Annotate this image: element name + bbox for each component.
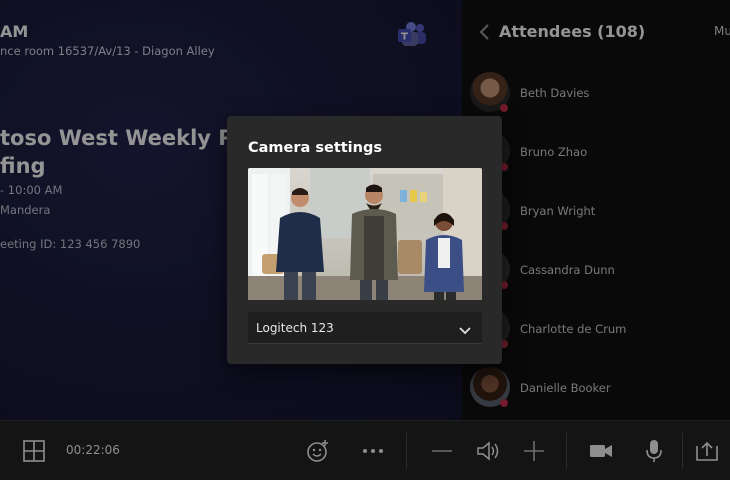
meeting-id: eeting ID: 123 456 7890	[0, 237, 141, 251]
attendee-name: Charlotte de Crum	[520, 322, 627, 336]
volume-up-icon[interactable]	[520, 437, 548, 465]
meeting-start-time: AM	[0, 22, 29, 41]
camera-select-value: Logitech 123	[256, 321, 334, 335]
camera-settings-dialog: Camera settings Logitech 123	[227, 116, 502, 364]
attendees-title: Attendees (108)	[499, 22, 646, 41]
reaction-icon[interactable]	[304, 437, 332, 465]
more-icon[interactable]	[359, 437, 387, 465]
teams-logo-icon	[396, 20, 428, 50]
mute-all-button[interactable]: Mu	[714, 24, 730, 38]
toolbar-divider	[682, 433, 683, 469]
call-timer: 00:22:06	[66, 443, 120, 457]
attendees-panel: Attendees (108) Mu Beth Davies Bruno Zha…	[462, 0, 730, 420]
grid-icon[interactable]	[20, 437, 48, 465]
attendee-name: Bryan Wright	[520, 204, 596, 218]
share-tray-icon[interactable]	[693, 437, 721, 465]
toolbar-divider	[566, 433, 567, 469]
list-item[interactable]: Charlotte de Crum	[462, 304, 730, 356]
list-item[interactable]: Danielle Booker	[462, 363, 730, 415]
camera-preview	[248, 168, 482, 300]
presence-busy-icon	[500, 104, 508, 112]
presence-busy-icon	[500, 399, 508, 407]
list-item[interactable]: Bruno Zhao	[462, 127, 730, 179]
meeting-room: nce room 16537/Av/13 - Diagon Alley	[0, 44, 215, 58]
attendees-header: Attendees (108) Mu	[462, 0, 730, 64]
attendee-name: Beth Davies	[520, 86, 590, 100]
attendee-name: Danielle Booker	[520, 381, 611, 395]
camera-icon[interactable]	[587, 437, 615, 465]
chevron-down-icon	[458, 322, 472, 335]
attendee-name: Cassandra Dunn	[520, 263, 615, 277]
list-item[interactable]: Bryan Wright	[462, 186, 730, 238]
speaker-icon[interactable]	[474, 437, 502, 465]
attendee-name: Bruno Zhao	[520, 145, 588, 159]
toolbar-divider	[406, 433, 407, 469]
meeting-time-range: - 10:00 AM	[0, 183, 63, 197]
list-item[interactable]: Cassandra Dunn	[462, 245, 730, 297]
camera-select[interactable]: Logitech 123	[248, 312, 482, 344]
volume-down-icon[interactable]	[428, 437, 456, 465]
meeting-toolbar: 00:22:06	[0, 420, 730, 480]
meeting-organizer: Mandera	[0, 203, 51, 217]
dialog-title: Camera settings	[248, 140, 382, 156]
microphone-icon[interactable]	[640, 437, 668, 465]
list-item[interactable]: Beth Davies	[462, 68, 730, 120]
chevron-left-icon[interactable]	[476, 22, 494, 42]
